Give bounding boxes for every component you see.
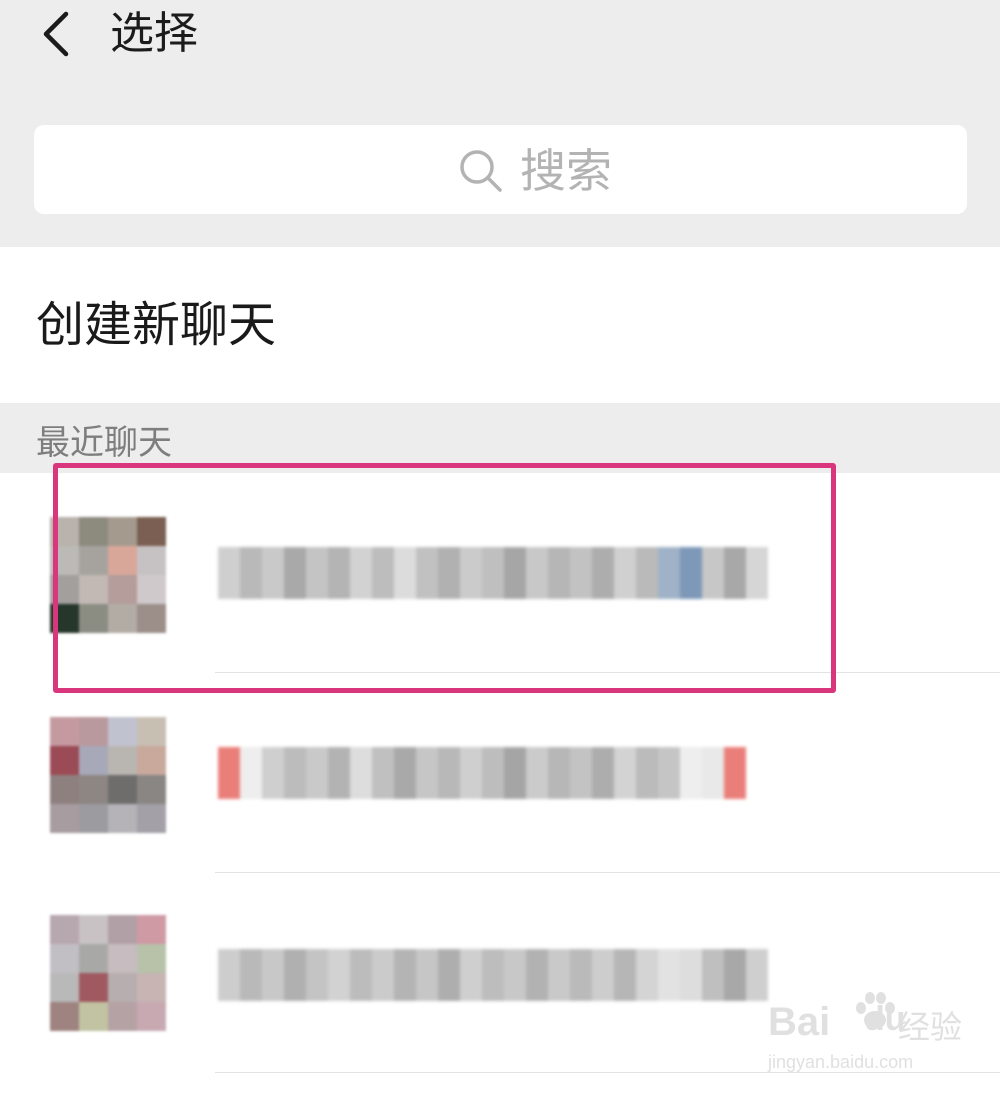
- search-bar[interactable]: 搜索: [34, 125, 967, 214]
- baidu-jingyan-watermark: Bai du 经验 jingyan.baidu.com: [768, 990, 988, 1080]
- search-icon: [460, 150, 502, 192]
- chat-name-blurred: [218, 747, 746, 799]
- recent-chats-label: 最近聊天: [36, 423, 172, 463]
- chat-list-item[interactable]: [0, 473, 1000, 673]
- avatar: [50, 717, 166, 833]
- avatar: [50, 517, 166, 633]
- search-placeholder-group: 搜索: [456, 143, 612, 199]
- avatar: [50, 915, 166, 1031]
- back-button[interactable]: [38, 10, 78, 58]
- watermark-url: jingyan.baidu.com: [768, 1052, 914, 1072]
- chat-name-blurred: [218, 949, 768, 1001]
- chevron-left-icon: [43, 11, 69, 57]
- recent-chats-section-header: 最近聊天: [0, 403, 1000, 473]
- watermark-cn: 经验: [898, 1008, 963, 1046]
- page-title: 选择: [110, 8, 198, 59]
- create-new-chat-button[interactable]: 创建新聊天: [0, 247, 1000, 403]
- chat-list-item[interactable]: [0, 673, 1000, 873]
- search-placeholder: 搜索: [520, 144, 612, 198]
- watermark-brand: Bai: [768, 1000, 831, 1044]
- top-area: 选择 搜索: [0, 0, 1000, 247]
- chat-name-blurred: [218, 547, 768, 599]
- create-new-chat-label: 创建新聊天: [36, 297, 277, 353]
